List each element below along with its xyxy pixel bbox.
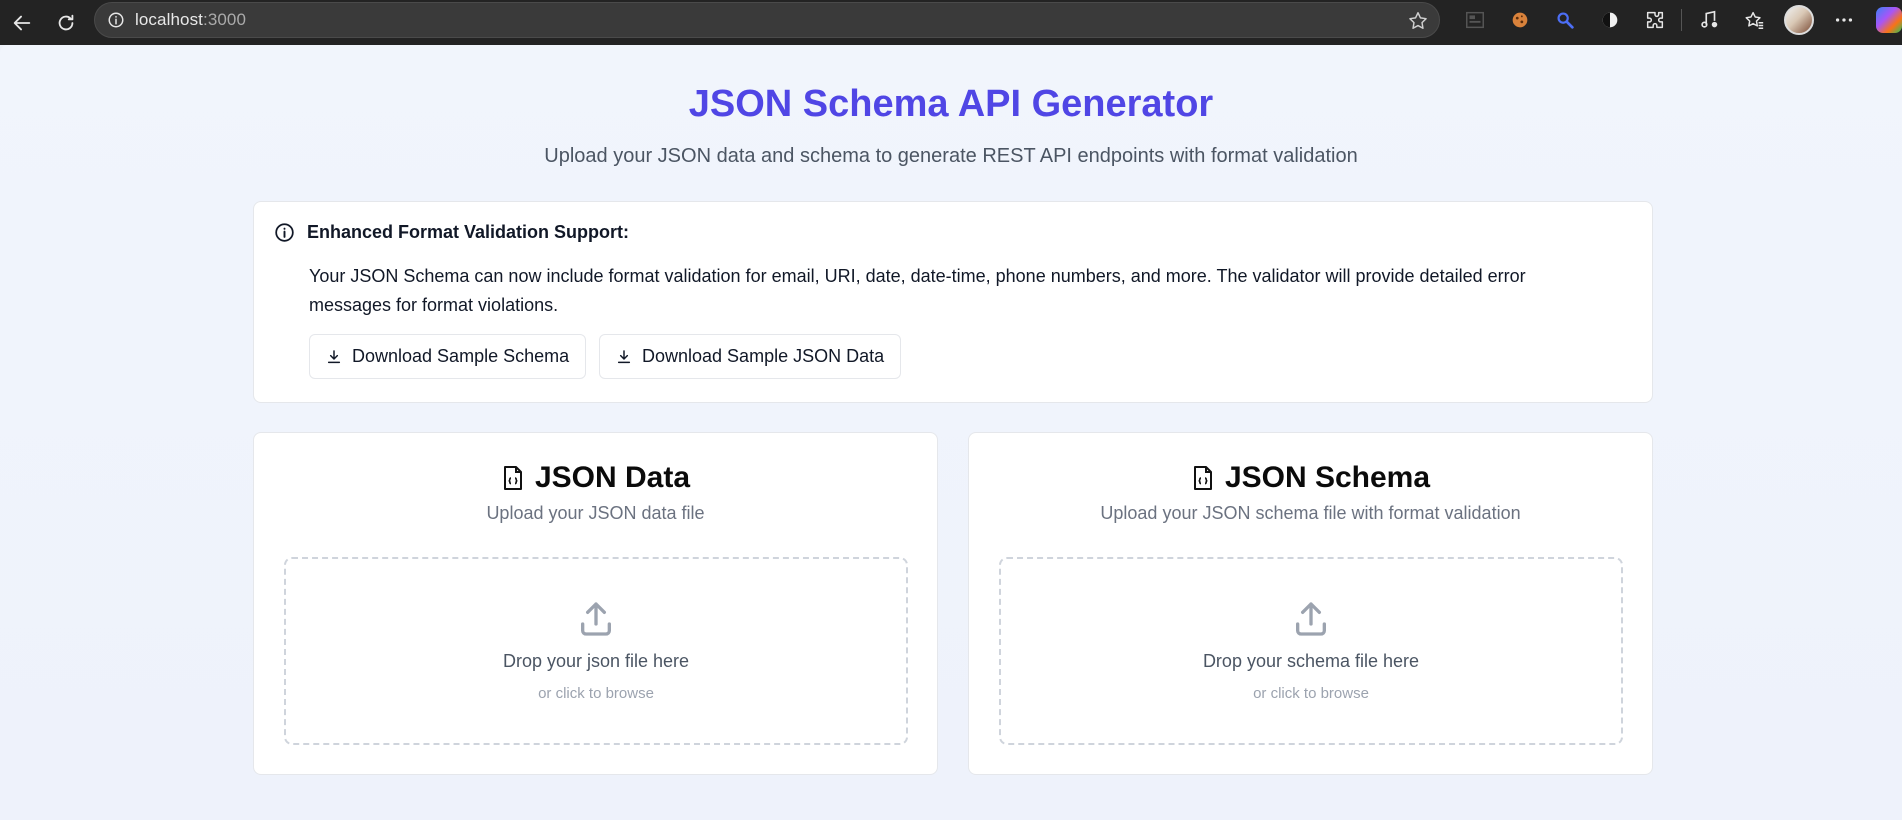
json-schema-drop-text: Drop your schema file here bbox=[1202, 651, 1420, 671]
info-description: Your JSON Schema can now include format … bbox=[309, 266, 1526, 315]
cookie-icon[interactable] bbox=[1497, 0, 1542, 40]
avatar bbox=[1783, 5, 1814, 35]
toolbar-divider bbox=[1681, 9, 1682, 31]
extension-toolbar bbox=[1452, 0, 1902, 40]
json-data-card: JSON Data Upload your JSON data file Dro… bbox=[253, 432, 938, 775]
url-host: localhost bbox=[135, 10, 203, 29]
media-control-icon[interactable] bbox=[1686, 0, 1731, 40]
download-icon bbox=[617, 349, 631, 363]
copilot-button[interactable] bbox=[1866, 0, 1902, 40]
back-button[interactable] bbox=[0, 3, 44, 43]
info-heading-text: Enhanced Format Validation Support: bbox=[307, 222, 630, 242]
file-json-icon bbox=[1193, 466, 1212, 490]
download-icon bbox=[327, 349, 341, 363]
reload-icon bbox=[58, 14, 74, 30]
json-schema-card: JSON Schema Upload your JSON schema file… bbox=[968, 432, 1653, 775]
upload-icon bbox=[1296, 602, 1326, 636]
favorite-star-icon[interactable] bbox=[1407, 10, 1429, 37]
json-schema-dropzone[interactable]: Drop your schema file here or click to b… bbox=[999, 557, 1623, 745]
address-bar[interactable]: localhost:3000 bbox=[94, 2, 1440, 38]
reload-button[interactable] bbox=[44, 3, 88, 43]
download-sample-json-data-button[interactable]: Download Sample JSON Data bbox=[599, 334, 902, 379]
download-sample-json-data-label: Download Sample JSON Data bbox=[642, 346, 885, 366]
info-circle-icon bbox=[275, 223, 294, 242]
extension-grid-icon[interactable] bbox=[1452, 0, 1497, 40]
favorites-icon[interactable] bbox=[1731, 0, 1776, 40]
json-data-subtitle: Upload your JSON data file bbox=[486, 503, 705, 523]
json-data-browse-hint: or click to browse bbox=[538, 685, 654, 702]
browser-toolbar: localhost:3000 bbox=[0, 0, 1902, 45]
url-text: localhost:3000 bbox=[135, 10, 246, 30]
json-data-drop-text: Drop your json file here bbox=[502, 651, 690, 671]
json-data-card-title: JSON Data bbox=[254, 461, 937, 495]
magnifier-icon[interactable] bbox=[1542, 0, 1587, 40]
page-content: JSON Schema API Generator Upload your JS… bbox=[0, 45, 1902, 820]
profile-avatar[interactable] bbox=[1776, 0, 1821, 40]
json-schema-subtitle: Upload your JSON schema file with format… bbox=[1100, 503, 1521, 523]
copilot-icon bbox=[1875, 7, 1902, 33]
download-sample-schema-button[interactable]: Download Sample Schema bbox=[309, 334, 587, 379]
json-data-dropzone[interactable]: Drop your json file here or click to bro… bbox=[284, 557, 908, 745]
more-menu-icon[interactable] bbox=[1821, 0, 1866, 40]
page-title: JSON Schema API Generator bbox=[688, 83, 1214, 125]
json-schema-browse-hint: or click to browse bbox=[1253, 685, 1369, 702]
format-validation-info-card: Enhanced Format Validation Support: Your… bbox=[253, 201, 1653, 403]
arrow-left-icon bbox=[13, 15, 31, 30]
puzzle-extensions-icon[interactable] bbox=[1632, 0, 1677, 40]
site-info-icon[interactable] bbox=[105, 9, 127, 31]
contrast-icon[interactable] bbox=[1587, 0, 1632, 40]
json-data-title-text: JSON Data bbox=[534, 461, 691, 494]
file-json-icon bbox=[503, 466, 522, 490]
info-heading: Enhanced Format Validation Support: bbox=[274, 222, 629, 243]
url-port: :3000 bbox=[203, 10, 247, 29]
page-subtitle: Upload your JSON data and schema to gene… bbox=[544, 145, 1358, 167]
download-sample-schema-label: Download Sample Schema bbox=[352, 346, 570, 366]
upload-icon bbox=[581, 602, 611, 636]
json-schema-card-title: JSON Schema bbox=[969, 461, 1652, 495]
json-schema-title-text: JSON Schema bbox=[1224, 461, 1431, 494]
